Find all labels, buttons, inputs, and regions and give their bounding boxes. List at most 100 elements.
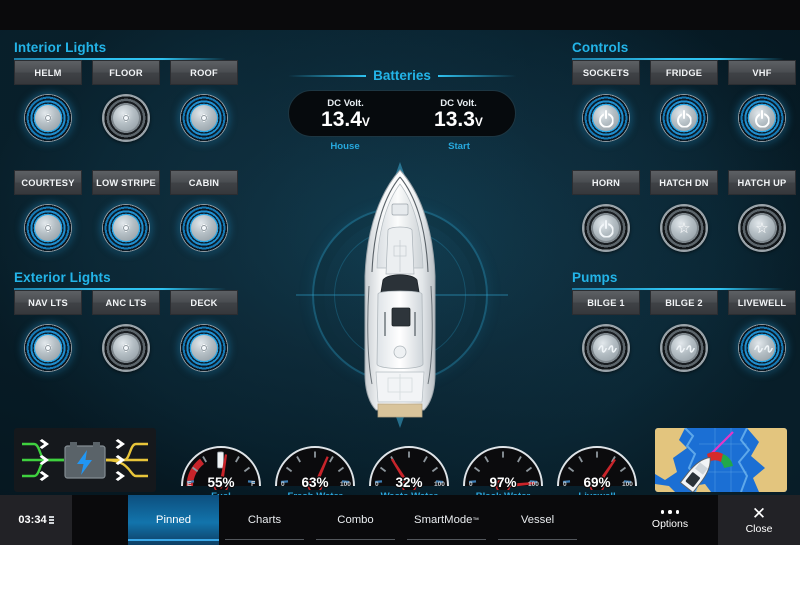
power-icon [676,110,693,127]
switch-fridge[interactable]: FRIDGE [650,60,718,142]
switch-knob[interactable]: ∿∿ [738,324,786,372]
switch-knob[interactable] [738,94,786,142]
switch-livewell[interactable]: LIVEWELL ∿∿ [728,290,796,372]
switch-label: ANC LTS [92,290,160,315]
switch-label: BILGE 1 [572,290,640,315]
gauge-dial: 0 100 97% [460,434,546,490]
gauge-dial: ♦ E F 55% [178,434,264,490]
switch-knob[interactable] [24,324,72,372]
top-strip [0,0,800,30]
tab-label: Vessel [521,514,554,526]
switch-courtesy[interactable]: COURTESY [14,170,82,252]
battery-number: 13.3 [434,108,475,131]
power-icon [598,110,615,127]
switch-label: LOW STRIPE [92,170,160,195]
switch-bilge-1[interactable]: BILGE 1 ∿∿ [572,290,640,372]
batteries-panel: Batteries DC Volt. 13.4V DC Volt. 13.3V … [288,68,516,152]
switch-floor[interactable]: FLOOR [92,60,160,142]
switch-knob[interactable] [24,204,72,252]
switch-anc-lts[interactable]: ANC LTS [92,290,160,372]
switch-knob[interactable]: ☆ [738,204,786,252]
gauge-min-label: E [187,481,192,488]
gauge-min-label: 0 [281,481,285,488]
switch-vhf[interactable]: VHF [728,60,796,142]
switch-helm[interactable]: HELM [14,60,82,142]
switch-hatch-up[interactable]: HATCH UP ☆ [728,170,796,252]
tab-spacer [72,495,128,545]
tab-pinned[interactable]: Pinned [128,495,219,545]
options-button[interactable]: Options [622,495,718,545]
section-title-controls: Controls [572,40,784,55]
switch-low-stripe[interactable]: LOW STRIPE [92,170,160,252]
tile-nav-chart[interactable]: Nav. Chart [655,428,787,495]
light-icon [195,219,213,237]
gauge-fresh-water[interactable]: 0 100 63% Fresh Water [272,434,358,495]
gauge-livewell[interactable]: 0 100 69% Livewell [554,434,640,495]
section-title-pumps: Pumps [572,270,784,285]
switch-knob[interactable] [102,324,150,372]
power-icon [754,110,771,127]
switch-knob[interactable] [180,324,228,372]
pumps-row: BILGE 1 ∿∿ BILGE 2 ∿∿ LIVEWELL ∿∿ [572,290,796,372]
switch-deck[interactable]: DECK [170,290,238,372]
switch-cabin[interactable]: CABIN [170,170,238,252]
section-title-exterior-lights: Exterior Lights [14,270,226,285]
switch-knob[interactable] [102,204,150,252]
switch-label: FRIDGE [650,60,718,85]
switch-knob[interactable] [180,94,228,142]
gauge-min-label: 0 [469,481,473,488]
section-title-batteries: Batteries [373,68,431,83]
tab-vessel[interactable]: Vessel [492,495,583,545]
switch-knob[interactable] [24,94,72,142]
switch-knob[interactable]: ∿∿ [660,324,708,372]
close-icon: ✕ [752,505,766,522]
pump-icon: ∿∿ [596,340,616,356]
switch-label: ROOF [170,60,238,85]
interior-lights-row-2: COURTESY LOW STRIPE CABIN [14,170,238,252]
switch-roof[interactable]: ROOF [170,60,238,142]
close-button[interactable]: ✕ Close [718,495,800,545]
signal-icon [49,516,54,524]
gauge-black-water[interactable]: 0 100 97% Black Water [460,434,546,495]
power-icon [598,220,615,237]
switch-knob[interactable] [660,94,708,142]
section-rule [288,75,366,77]
switch-bilge-2[interactable]: BILGE 2 ∿∿ [650,290,718,372]
switch-hatch-dn[interactable]: HATCH DN ☆ [650,170,718,252]
switch-sockets[interactable]: SOCKETS [572,60,640,142]
switch-knob[interactable]: ☆ [660,204,708,252]
gauge-min-label: 0 [375,481,379,488]
tab-label: Charts [248,514,281,526]
vessel-control-console: Interior Lights HELM FLOOR ROOF [0,30,800,495]
tab-combo[interactable]: Combo [310,495,401,545]
tile-battery-management[interactable]: Battery Management [14,428,156,495]
light-icon [117,109,135,127]
star-icon: ☆ [753,219,771,237]
switch-knob[interactable] [582,94,630,142]
switch-knob[interactable] [582,204,630,252]
clock-display[interactable]: 03:34 [0,495,72,545]
light-icon [195,109,213,127]
switch-label: BILGE 2 [650,290,718,315]
trademark-mark: ™ [472,517,479,524]
gauge-dial: 0 100 69% [554,434,640,490]
switch-knob[interactable] [102,94,150,142]
batteries-readout[interactable]: DC Volt. 13.4V DC Volt. 13.3V [288,90,516,137]
battery-value: 13.3V [434,109,483,130]
tab-smartmode[interactable]: SmartMode™ [401,495,492,545]
gauge-fuel[interactable]: ♦ E F 55% Fuel [178,434,264,495]
switch-horn[interactable]: HORN [572,170,640,252]
gauge-value: 32% [395,475,422,490]
close-label: Close [746,523,773,535]
tab-charts[interactable]: Charts [219,495,310,545]
switch-label: LIVEWELL [728,290,796,315]
switch-knob[interactable] [180,204,228,252]
battery-start-label: Start [402,141,516,152]
tab-label: Combo [337,514,373,526]
switch-nav-lts[interactable]: NAV LTS [14,290,82,372]
switch-knob[interactable]: ∿∿ [582,324,630,372]
bottom-toolbar: 03:34 Pinned Charts Combo SmartMode™ Ves… [0,495,800,545]
gauge-waste-water[interactable]: 0 100 32% Waste Water [366,434,452,495]
battery-unit: V [362,115,370,129]
section-pumps: Pumps [572,270,784,290]
